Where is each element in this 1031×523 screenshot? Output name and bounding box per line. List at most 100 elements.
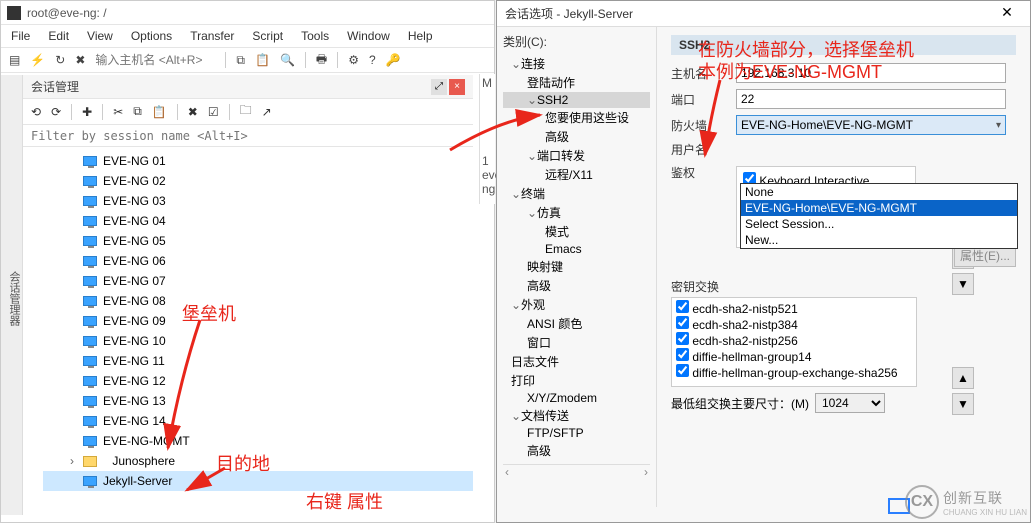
cat-emulation[interactable]: ⌄仿真: [503, 203, 650, 222]
menu-file[interactable]: File: [11, 29, 30, 43]
props-icon[interactable]: ☑: [208, 105, 219, 119]
quick-connect-icon[interactable]: ⚡: [30, 53, 45, 67]
kex-item[interactable]: [676, 332, 689, 345]
new-icon[interactable]: ✚: [82, 105, 92, 119]
sidebar-strip[interactable]: 会话管理器: [1, 75, 23, 515]
folder-icon[interactable]: 🗀: [240, 101, 252, 122]
firewall-value: EVE-NG-Home\EVE-NG-MGMT: [741, 118, 913, 132]
copy-icon[interactable]: ⧉: [236, 53, 245, 68]
session-item[interactable]: EVE-NG 13: [43, 391, 473, 411]
cat-adv2[interactable]: 高级: [503, 276, 650, 295]
cat-terminal[interactable]: ⌄终端: [503, 184, 650, 203]
session-item[interactable]: EVE-NG 03: [43, 191, 473, 211]
dialog-title: 会话选项 - Jekyll-Server: [505, 5, 633, 22]
menu-window[interactable]: Window: [347, 29, 390, 43]
menu-edit[interactable]: Edit: [48, 29, 69, 43]
menu-tools[interactable]: Tools: [301, 29, 329, 43]
kex-list[interactable]: ecdh-sha2-nistp521 ecdh-sha2-nistp384 ec…: [671, 297, 917, 387]
cat-ssh2[interactable]: ⌄SSH2: [503, 92, 650, 108]
help-icon[interactable]: ?: [369, 53, 376, 67]
cat-print[interactable]: 打印: [503, 371, 650, 390]
menu-help[interactable]: Help: [408, 29, 433, 43]
disconnect-icon[interactable]: ✖: [75, 53, 85, 67]
reconnect-icon[interactable]: ↻: [55, 53, 65, 67]
cat-window[interactable]: 窗口: [503, 333, 650, 352]
cat-ssh2-note[interactable]: 您要使用这些设: [503, 108, 650, 127]
session-item[interactable]: EVE-NG 10: [43, 331, 473, 351]
cat-appearance[interactable]: ⌄外观: [503, 295, 650, 314]
firewall-dropdown[interactable]: None EVE-NG-Home\EVE-NG-MGMT Select Sess…: [740, 183, 1018, 249]
cat-mode[interactable]: 模式: [503, 222, 650, 241]
key-icon[interactable]: 🔑: [386, 53, 401, 67]
kex-item[interactable]: [676, 348, 689, 361]
kex-item[interactable]: [676, 364, 689, 377]
cat-connect[interactable]: ⌄连接: [503, 54, 650, 73]
session-item[interactable]: EVE-NG 12: [43, 371, 473, 391]
watermark-brand: 创新互联: [943, 488, 1027, 508]
cat-logfile[interactable]: 日志文件: [503, 352, 650, 371]
menu-view[interactable]: View: [87, 29, 113, 43]
session-item[interactable]: EVE-NG 04: [43, 211, 473, 231]
cat-emacs[interactable]: Emacs: [503, 241, 650, 257]
kex-item[interactable]: [676, 300, 689, 313]
host-input[interactable]: [95, 53, 215, 67]
menu-transfer[interactable]: Transfer: [190, 29, 234, 43]
session-item[interactable]: EVE-NG 07: [43, 271, 473, 291]
session-folder[interactable]: › Junosphere: [43, 451, 473, 471]
dialog-close-icon[interactable]: ✕: [992, 4, 1022, 24]
firewall-combo[interactable]: EVE-NG-Home\EVE-NG-MGMT ▾: [736, 115, 1006, 135]
min-size-select[interactable]: 1024: [815, 393, 885, 413]
delete-icon[interactable]: ✖: [188, 105, 198, 119]
group-ssh2: SSH2: [671, 35, 1016, 55]
hostname-input[interactable]: [736, 63, 1006, 83]
cat-ansicolor[interactable]: ANSI 颜色: [503, 314, 650, 333]
cat-adv3[interactable]: 高级: [503, 441, 650, 460]
session-item[interactable]: EVE-NG 08: [43, 291, 473, 311]
session-item[interactable]: EVE-NG 06: [43, 251, 473, 271]
panel-close-icon[interactable]: ×: [449, 79, 465, 95]
cat-portfwd[interactable]: ⌄端口转发: [503, 146, 650, 165]
firewall-option-selected[interactable]: EVE-NG-Home\EVE-NG-MGMT: [741, 200, 1017, 216]
session-item[interactable]: EVE-NG 14: [43, 411, 473, 431]
firewall-option[interactable]: Select Session...: [741, 216, 1017, 232]
menu-script[interactable]: Script: [252, 29, 283, 43]
paste2-icon[interactable]: 📋: [152, 105, 167, 119]
session-item-selected[interactable]: Jekyll-Server: [43, 471, 473, 491]
filter-input[interactable]: [31, 129, 465, 143]
cat-xyz[interactable]: X/Y/Zmodem: [503, 390, 650, 406]
menu-options[interactable]: Options: [131, 29, 172, 43]
category-tree[interactable]: ⌄连接 登陆动作 ⌄SSH2 您要使用这些设 高级 ⌄端口转发 远程/X11 ⌄…: [503, 54, 650, 460]
panel-pin-icon[interactable]: ⤢: [431, 79, 447, 95]
session-item[interactable]: EVE-NG 02: [43, 171, 473, 191]
cat-remotex11[interactable]: 远程/X11: [503, 165, 650, 184]
category-scrollbar[interactable]: ‹›: [503, 464, 650, 480]
find-icon[interactable]: 🔍: [280, 53, 295, 67]
cat-mapkeys[interactable]: 映射键: [503, 257, 650, 276]
cat-login[interactable]: 登陆动作: [503, 73, 650, 92]
session-item[interactable]: EVE-NG 11: [43, 351, 473, 371]
cut-icon[interactable]: ✂: [113, 105, 123, 119]
session-tree[interactable]: EVE-NG 01 EVE-NG 02 EVE-NG 03 EVE-NG 04 …: [23, 147, 473, 507]
kex-item[interactable]: [676, 316, 689, 329]
share-icon[interactable]: ↗: [262, 105, 272, 119]
cat-filetransfer[interactable]: ⌄文档传送: [503, 406, 650, 425]
forward-icon[interactable]: ⟳: [51, 105, 61, 119]
cat-ftpsftp[interactable]: FTP/SFTP: [503, 425, 650, 441]
port-input[interactable]: [736, 89, 1006, 109]
paste-icon[interactable]: 📋: [255, 53, 270, 67]
move-down-icon[interactable]: ▼: [952, 273, 974, 295]
move-up-icon[interactable]: ▲: [952, 367, 974, 389]
toolbar-icon[interactable]: ▤: [9, 53, 20, 67]
settings-icon[interactable]: ⚙: [348, 53, 359, 67]
session-item[interactable]: EVE-NG-MGMT: [43, 431, 473, 451]
back-icon[interactable]: ⟲: [31, 105, 41, 119]
firewall-option[interactable]: New...: [741, 232, 1017, 248]
copy2-icon[interactable]: ⧉: [133, 104, 142, 119]
firewall-option[interactable]: None: [741, 184, 1017, 200]
cat-advanced[interactable]: 高级: [503, 127, 650, 146]
session-item[interactable]: EVE-NG 05: [43, 231, 473, 251]
print-icon[interactable]: 🖶: [316, 50, 327, 71]
move-down-icon[interactable]: ▼: [952, 393, 974, 415]
session-item[interactable]: EVE-NG 09: [43, 311, 473, 331]
session-item[interactable]: EVE-NG 01: [43, 151, 473, 171]
